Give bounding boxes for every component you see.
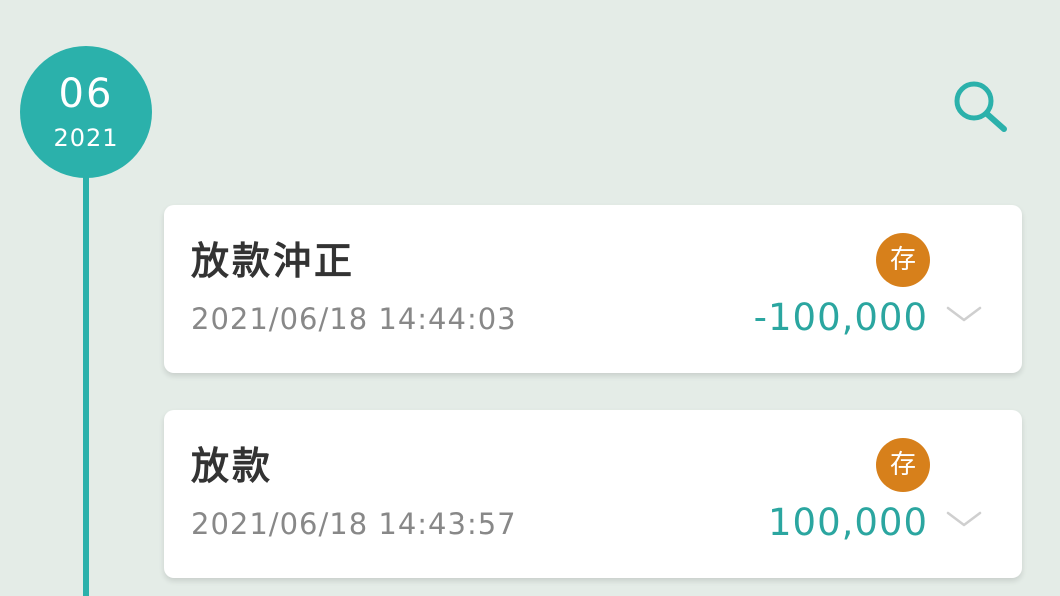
chevron-down-icon[interactable]	[944, 303, 984, 327]
transaction-card[interactable]: 放款沖正 2021/06/18 14:44:03 存 -100,000	[164, 205, 1022, 373]
transaction-title: 放款	[191, 444, 274, 488]
month-label: 06	[58, 71, 114, 117]
transaction-datetime: 2021/06/18 14:44:03	[191, 302, 517, 336]
transaction-amount: 100,000	[767, 501, 928, 544]
month-bubble: 06 2021	[20, 46, 152, 178]
year-label: 2021	[53, 124, 119, 152]
transaction-amount: -100,000	[753, 296, 928, 339]
transaction-title: 放款沖正	[191, 239, 356, 283]
transaction-card[interactable]: 放款 2021/06/18 14:43:57 存 100,000	[164, 410, 1022, 578]
deposit-badge: 存	[876, 438, 930, 492]
deposit-badge: 存	[876, 233, 930, 287]
transaction-timeline-page: 06 2021 放款沖正 2021/06/18 14:44:03 存 -100,…	[0, 0, 1060, 596]
transaction-datetime: 2021/06/18 14:43:57	[191, 507, 517, 541]
chevron-down-icon[interactable]	[944, 508, 984, 532]
search-button[interactable]	[948, 76, 1012, 136]
timeline-line	[83, 170, 89, 596]
search-icon	[954, 81, 1007, 132]
